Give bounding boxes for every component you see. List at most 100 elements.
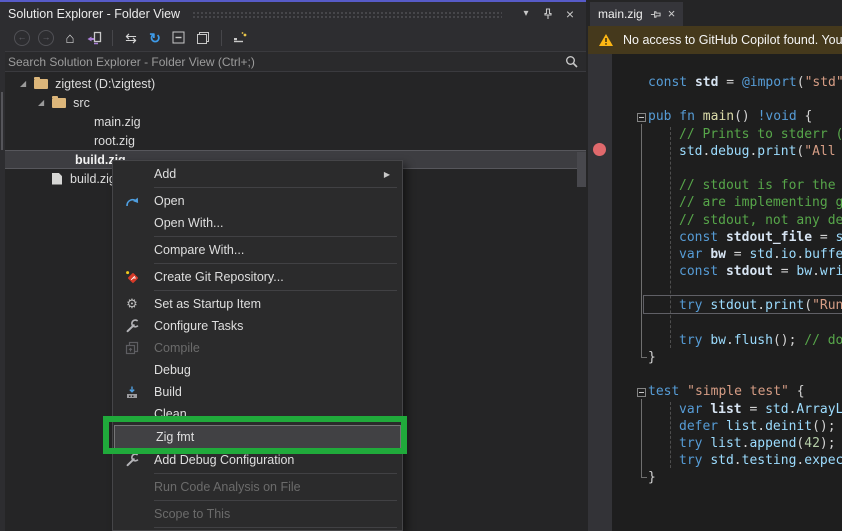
menu-separator [113,234,402,239]
menu-separator [113,525,402,530]
toolbar-separator [221,30,222,46]
solution-explorer-titlebar: Solution Explorer - Folder View ▾ × [0,2,586,25]
expand-arrow-icon[interactable]: ◢ [20,80,26,88]
solution-filter-icon[interactable] [228,28,252,48]
menu-item-compare-with[interactable]: Compare With... [113,239,402,261]
menu-item-clean[interactable]: Clean [113,403,402,425]
collapse-all-icon[interactable] [167,28,191,48]
warning-text: No access to GitHub Copilot found. You a… [623,33,842,47]
open-icon [123,195,141,208]
search-box[interactable]: Search Solution Explorer - Folder View (… [0,51,586,72]
code-line-9: // stdout, not any deb [648,212,842,229]
code-line-24: } [648,469,842,486]
sync-with-active-document-icon[interactable] [82,28,106,48]
context-menu: Add▶ Open Open With... Compare With... Creat… [112,160,403,531]
tab-strip: main.zig × [588,0,842,26]
menu-item-zig-fmt[interactable]: Zig fmt [114,425,401,449]
tree-item-main-zig[interactable]: main.zig [0,112,586,131]
back-icon[interactable]: ← [10,28,34,48]
search-icon[interactable] [565,55,578,68]
menu-item-configure-tasks[interactable]: Configure Tasks [113,315,402,337]
menu-item-label: Open [154,194,392,208]
tree-item-label: src [73,96,90,110]
code-line-2 [648,91,842,108]
tab-label: main.zig [598,7,643,21]
menu-item-label: Compile [154,341,392,355]
breakpoint-indicator[interactable] [593,143,606,156]
warning-icon [598,33,614,47]
code-line-6 [648,160,842,177]
copilot-warning-banner: No access to GitHub Copilot found. You a… [588,26,842,54]
fold-guide-line [641,124,642,358]
code-line-20: var list = std.ArrayLi [648,401,842,418]
menu-separator [113,498,402,503]
menu-item-label: Open With... [154,216,392,230]
menu-item-compile: Compile [113,337,402,359]
menu-item-create-git-repository[interactable]: Create Git Repository... [113,266,402,288]
tab-main-zig[interactable]: main.zig × [590,2,683,26]
menu-item-build[interactable]: Build [113,381,402,403]
tree-item-zigtest-d-zigtest[interactable]: ◢ zigtest (D:\zigtest) [0,74,586,93]
folder-icon [34,79,48,89]
edge-scrollbar-thumb[interactable] [1,92,3,150]
window-position-chevron-icon[interactable]: ▾ [518,6,534,22]
wrench-icon [123,319,141,333]
tree-item-src[interactable]: ◢ src [0,93,586,112]
tab-close-icon[interactable]: × [668,8,676,20]
menu-item-add[interactable]: Add▶ [113,163,402,185]
vs-ide-window: Solution Explorer - Folder View ▾ × ←→⌂ ⇆… [0,0,842,531]
menu-item-add-debug-configuration[interactable]: Add Debug Configuration [113,449,402,471]
tab-pin-icon[interactable] [650,9,661,20]
show-all-files-icon[interactable] [191,28,215,48]
menu-item-set-as-startup-item[interactable]: ⚙Set as Startup Item [113,293,402,315]
compile-icon [123,341,141,355]
menu-item-label: Create Git Repository... [154,270,392,284]
switch-views-icon[interactable]: ⇆ [119,28,143,48]
expand-arrow-icon[interactable]: ◢ [38,99,44,107]
code-line-10: const stdout_file = st [648,229,842,246]
tree-item-root-zig[interactable]: root.zig [0,131,586,150]
scrollbar-thumb[interactable] [577,152,586,187]
folder-icon [52,98,66,108]
menu-item-label: Run Code Analysis on File [154,480,392,494]
menu-item-run-code-analysis-on-file: Run Code Analysis on File [113,476,402,498]
menu-item-debug[interactable]: Debug [113,359,402,381]
menu-separator [113,288,402,293]
fold-collapse-icon[interactable] [637,113,646,122]
wrench-icon [123,453,141,467]
code-line-17: } [648,349,842,366]
solution-explorer-toolbar: ←→⌂ ⇆↻ [0,25,586,51]
menu-item-label: Set as Startup Item [154,297,392,311]
menu-separator [113,261,402,266]
menu-item-open[interactable]: Open [113,190,402,212]
menu-item-label: Build [154,385,392,399]
file-icon [52,173,62,185]
search-input[interactable]: Search Solution Explorer - Folder View (… [8,55,565,69]
menu-item-label: Debug [154,363,392,377]
menu-item-open-with[interactable]: Open With... [113,212,402,234]
tree-item-label: zigtest (D:\zigtest) [55,77,155,91]
titlebar-drag-grip[interactable] [192,11,502,18]
refresh-icon[interactable]: ↻ [143,28,167,48]
code-line-22: try list.append(42); [648,435,842,452]
code-line-1: const std = @import("std"); [648,74,842,91]
menu-item-label: Scope to This [154,507,392,521]
panel-title: Solution Explorer - Folder View [8,7,180,21]
close-icon[interactable]: × [562,6,578,22]
menu-separator [113,185,402,190]
code-line-11: var bw = std.io.buffer [648,246,842,263]
breakpoint-margin[interactable] [588,54,612,531]
fold-collapse-icon[interactable] [637,388,646,397]
code-line-4: // Prints to stderr (i [648,126,842,143]
menu-item-label: Compare With... [154,243,392,257]
pin-icon[interactable] [540,6,556,22]
code-area[interactable]: const std = @import("std");pub fn main()… [648,74,842,487]
toolbar-separator [112,30,113,46]
git-icon [123,270,141,285]
code-line-23: try std.testing.expect [648,452,842,469]
forward-icon[interactable]: → [34,28,58,48]
tree-item-label: main.zig [94,115,141,129]
code-line-15 [648,315,842,332]
home-icon[interactable]: ⌂ [58,28,82,48]
code-line-8: // are implementing gz [648,194,842,211]
